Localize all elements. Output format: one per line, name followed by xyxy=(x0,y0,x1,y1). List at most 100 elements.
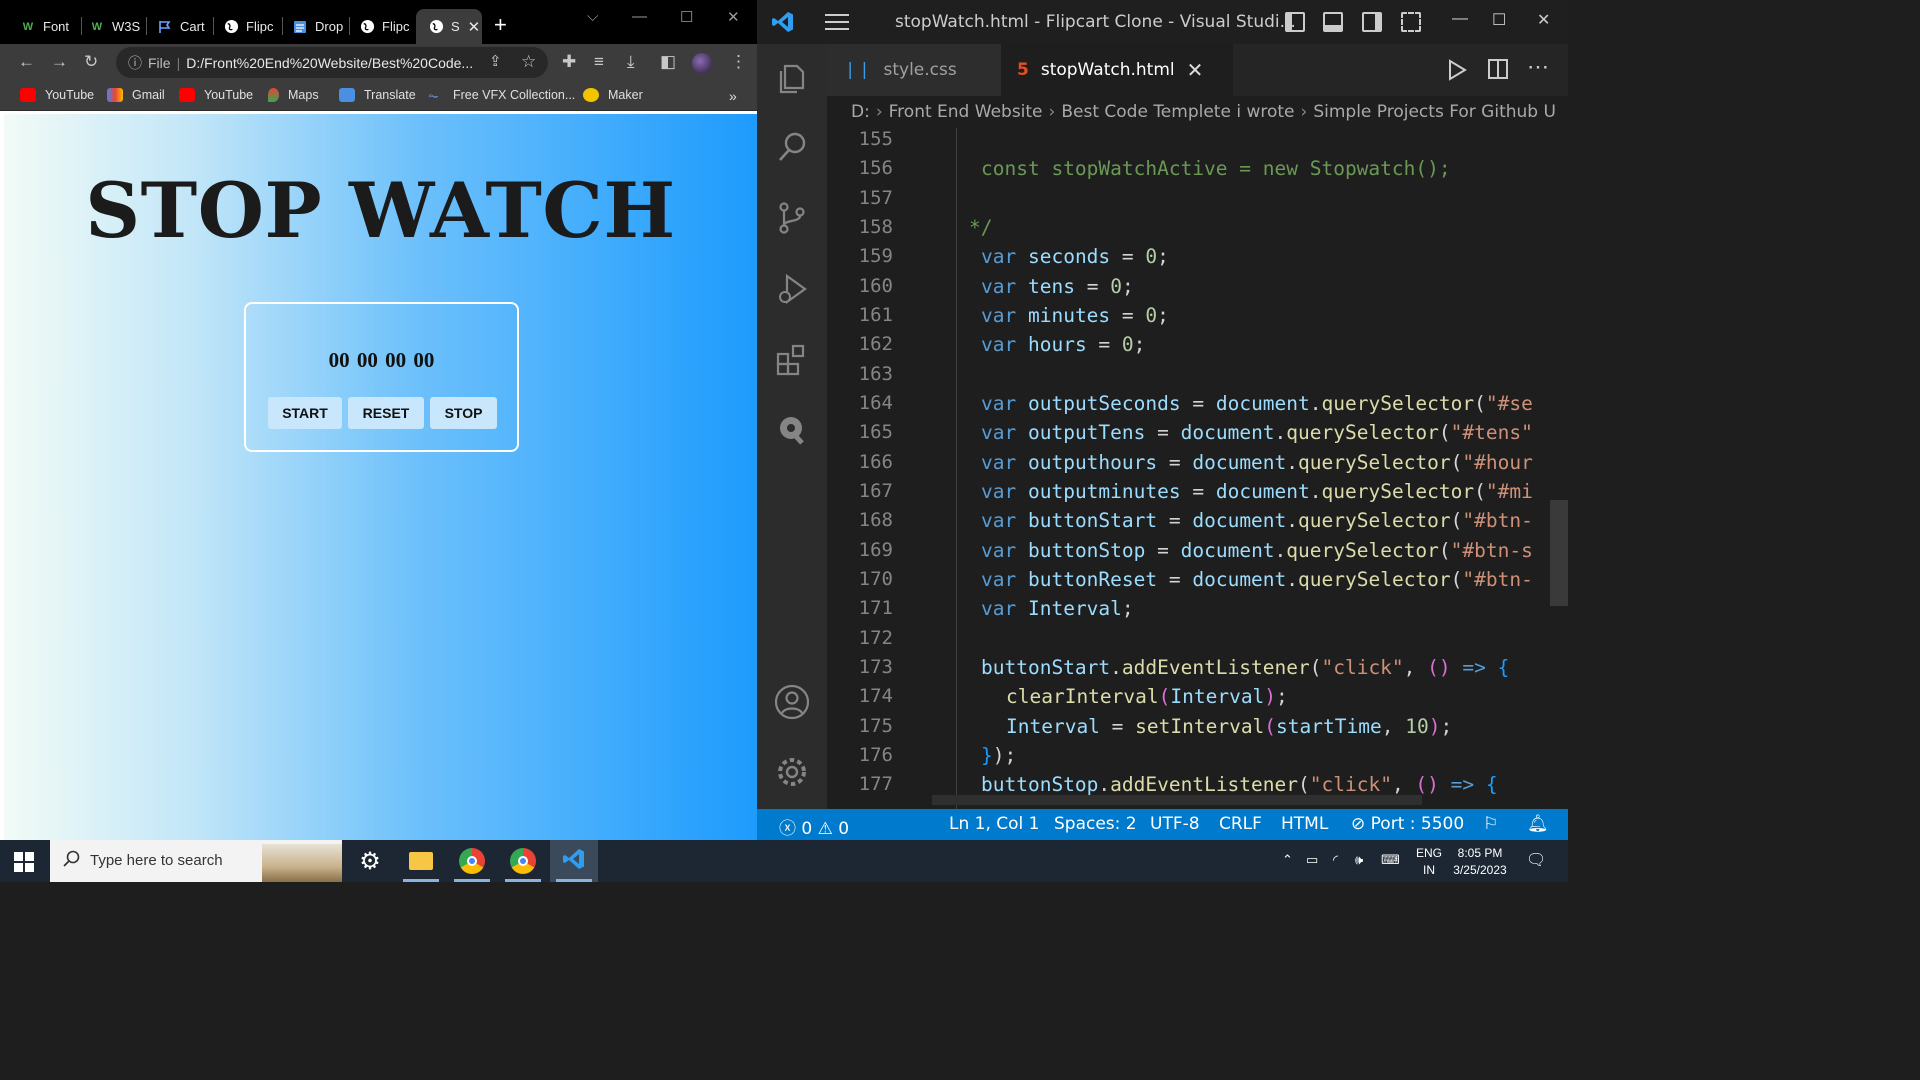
taskbar-settings-app[interactable]: ⚙ xyxy=(346,840,394,882)
bookmark-maker[interactable]: Maker xyxy=(583,88,643,102)
translate-icon xyxy=(339,88,355,102)
run-debug-icon[interactable] xyxy=(773,270,811,308)
code-editor[interactable]: 155 156 157 158 159 160 161 162 163 164 … xyxy=(827,128,1568,809)
network-wifi-icon[interactable]: ◜ xyxy=(1333,852,1338,868)
line-number: 159 xyxy=(858,245,893,267)
forward-arrow-icon[interactable]: → xyxy=(51,52,68,72)
share-icon[interactable]: ⇪ xyxy=(489,52,502,72)
doc-icon xyxy=(292,19,308,35)
eol-status[interactable]: CRLF xyxy=(1219,814,1262,834)
explorer-files-icon[interactable] xyxy=(773,60,811,98)
feedback-icon[interactable]: ⚐ xyxy=(1483,814,1498,834)
horizontal-scrollbar[interactable] xyxy=(932,795,1422,805)
taskbar-vscode[interactable] xyxy=(550,840,598,882)
taskbar-chrome-2[interactable] xyxy=(499,840,547,882)
account-icon[interactable] xyxy=(773,683,811,721)
more-actions-icon[interactable]: ⋯ xyxy=(1527,54,1549,80)
address-bar[interactable]: ⓘ File | D:/Front%20End%20Website/Best%2… xyxy=(116,47,548,78)
taskbar-search-box[interactable]: Type here to search xyxy=(50,840,342,882)
minimize-icon[interactable]: — xyxy=(632,8,647,25)
encoding-status[interactable]: UTF-8 xyxy=(1150,814,1200,834)
breadcrumb-item[interactable]: Best Code Templete i wrote xyxy=(1061,102,1294,122)
code-line: }); xyxy=(981,744,1017,767)
vertical-scrollbar[interactable] xyxy=(1550,500,1568,606)
run-play-icon[interactable] xyxy=(1447,59,1467,86)
taskbar-chrome[interactable] xyxy=(448,840,496,882)
star-icon[interactable]: ☆ xyxy=(521,52,536,72)
browser-tab-flipc[interactable]: Flipc xyxy=(211,9,279,44)
browser-tab-drop[interactable]: Drop xyxy=(280,9,348,44)
back-arrow-icon[interactable]: ← xyxy=(18,52,35,72)
maximize-icon[interactable]: ☐ xyxy=(1492,10,1506,30)
bookmark-label: Maker xyxy=(608,88,643,102)
indentation-status[interactable]: Spaces: 2 xyxy=(1054,814,1137,834)
problems-indicator[interactable]: ⓧ 0 ⚠ 0 xyxy=(779,814,849,839)
toggle-panel-icon[interactable] xyxy=(1323,12,1343,32)
live-server-port[interactable]: ⊘ Port : 5500 xyxy=(1351,814,1464,834)
code-line: var outputSeconds = document.querySelect… xyxy=(981,392,1533,415)
side-panel-icon[interactable]: ◧ xyxy=(660,52,676,72)
minimize-icon[interactable]: — xyxy=(1452,10,1468,28)
stop-button[interactable]: STOP xyxy=(430,397,497,429)
breadcrumb-item[interactable]: Front End Website xyxy=(889,102,1043,122)
download-icon[interactable]: ⤓ xyxy=(627,52,635,72)
keyboard-icon[interactable]: ⌨ xyxy=(1381,852,1400,868)
system-clock[interactable]: 8:05 PM 3/25/2023 xyxy=(1450,845,1510,879)
indent-guide xyxy=(956,128,957,809)
source-control-icon[interactable] xyxy=(773,199,811,237)
remote-explorer-icon[interactable] xyxy=(773,411,811,449)
start-button[interactable]: START xyxy=(268,397,342,429)
browser-tab-font[interactable]: W Font xyxy=(8,9,82,44)
media-queue-icon[interactable]: ≡ xyxy=(594,52,604,72)
close-tab-icon[interactable]: ✕ xyxy=(1187,58,1204,82)
windows-start-icon[interactable] xyxy=(14,852,34,877)
profile-avatar[interactable] xyxy=(692,53,712,73)
toggle-secondary-sidebar-icon[interactable] xyxy=(1362,12,1382,32)
gear-icon[interactable] xyxy=(773,753,811,791)
browser-tab-w3s[interactable]: W W3S xyxy=(77,9,145,44)
browser-tab-flipc-2[interactable]: Flipc xyxy=(347,9,413,44)
hamburger-menu-icon[interactable] xyxy=(824,12,850,37)
maximize-icon[interactable]: ☐ xyxy=(680,8,693,26)
split-editor-icon[interactable] xyxy=(1488,59,1508,79)
reset-button[interactable]: RESET xyxy=(348,397,424,429)
kebab-menu-icon[interactable]: ⋮ xyxy=(730,52,747,72)
search-icon[interactable] xyxy=(773,128,811,166)
extensions-icon[interactable] xyxy=(773,341,811,379)
cursor-position[interactable]: Ln 1, Col 1 xyxy=(949,814,1040,834)
tab-search-chevron-icon[interactable]: ⌵ xyxy=(587,8,598,25)
show-hidden-icons-chevron[interactable]: ⌃ xyxy=(1282,852,1293,868)
code-line: var buttonStop = document.querySelector(… xyxy=(981,539,1533,562)
bookmark-youtube[interactable]: YouTube xyxy=(20,88,94,102)
language-mode[interactable]: HTML xyxy=(1281,814,1328,834)
volume-icon[interactable]: 🕪︎ xyxy=(1355,852,1363,868)
browser-tab-stopwatch[interactable]: S ✕ xyxy=(416,9,482,44)
extensions-puzzle-icon[interactable]: ✚ xyxy=(562,52,576,72)
bookmark-maps[interactable]: Maps xyxy=(268,88,319,102)
close-window-icon[interactable]: ✕ xyxy=(727,8,740,26)
bookmark-youtube-2[interactable]: YouTube xyxy=(179,88,253,102)
notification-center-icon[interactable]: 🗨︎ xyxy=(1526,850,1546,870)
bookmark-free-vfx[interactable]: ⏦ Free VFX Collection... xyxy=(428,88,575,103)
new-tab-button[interactable]: + xyxy=(494,14,507,36)
browser-tab-cart[interactable]: Cart xyxy=(145,9,213,44)
notifications-bell-icon[interactable]: 🔔︎ xyxy=(1527,814,1549,834)
close-tab-icon[interactable]: ✕ xyxy=(468,18,481,36)
toggle-sidebar-icon[interactable] xyxy=(1285,12,1305,32)
bookmark-translate[interactable]: Translate xyxy=(339,88,416,102)
chevron-right-icon: › xyxy=(875,102,883,122)
close-window-icon[interactable]: ✕ xyxy=(1537,10,1550,30)
battery-icon[interactable]: ▭ xyxy=(1306,852,1318,868)
tab-stopwatch-html[interactable]: 5 stopWatch.html ✕ xyxy=(1001,44,1233,96)
breadcrumb-item[interactable]: D: xyxy=(851,102,870,122)
taskbar-file-explorer[interactable] xyxy=(397,840,445,882)
customize-layout-icon[interactable] xyxy=(1401,12,1421,32)
line-number: 176 xyxy=(858,744,893,766)
input-language[interactable]: ENG IN xyxy=(1416,845,1442,879)
breadcrumb-item[interactable]: Simple Projects For Github U xyxy=(1313,102,1556,122)
more-bookmarks-chevron[interactable]: » xyxy=(729,88,737,104)
w-icon: W xyxy=(22,20,34,33)
tab-style-css[interactable]: ❘❘ style.css xyxy=(827,44,1001,96)
reload-icon[interactable]: ↻ xyxy=(84,52,98,72)
bookmark-gmail[interactable]: Gmail xyxy=(107,88,165,102)
